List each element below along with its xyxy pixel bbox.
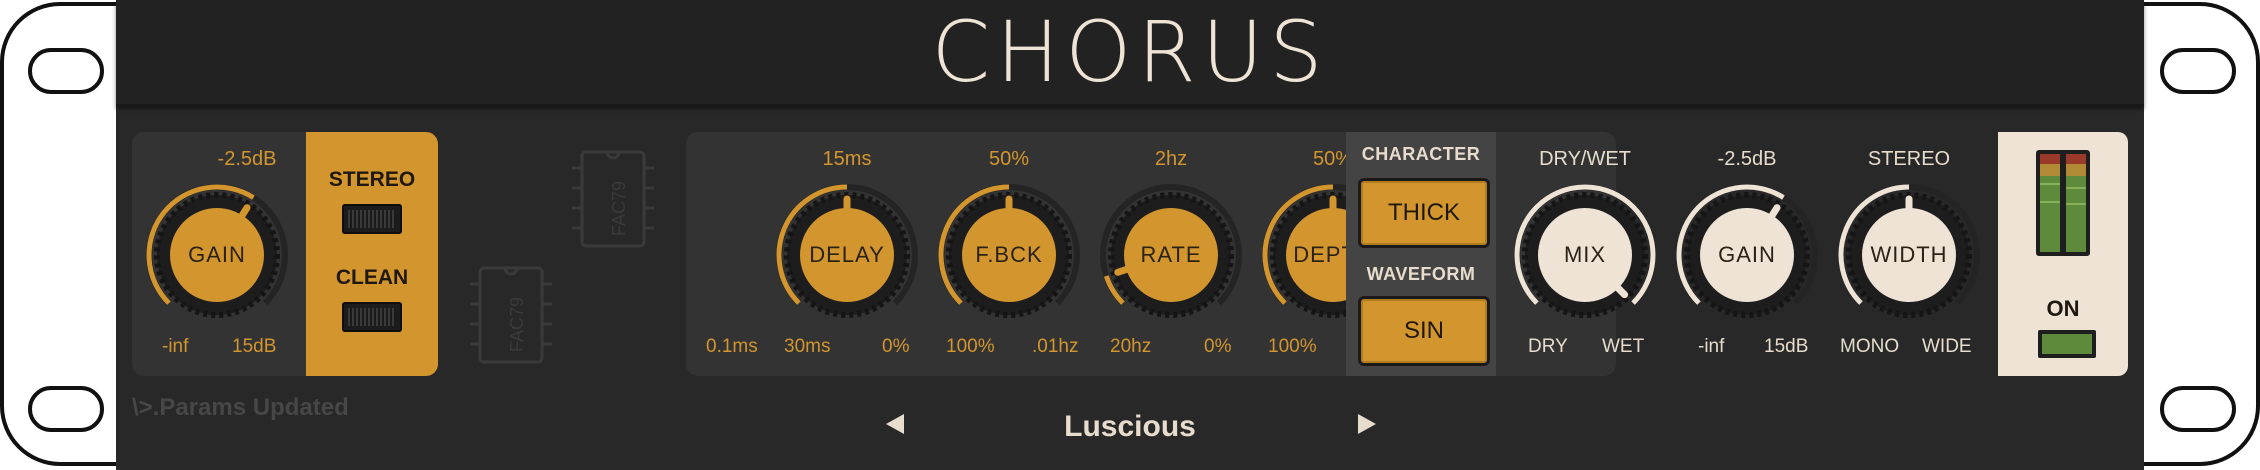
waveform-heading: WAVEFORM bbox=[1366, 264, 1476, 284]
feedback-value: 50% bbox=[988, 148, 1030, 170]
rate-knob[interactable]: RATE bbox=[1096, 180, 1246, 330]
level-meter-left bbox=[2040, 154, 2060, 252]
character-thick-button[interactable]: THICK bbox=[1358, 178, 1490, 248]
plugin-title: CHORUS bbox=[931, 3, 1329, 101]
rack-screw-slot bbox=[2160, 386, 2236, 432]
output-gain-label: GAIN bbox=[1718, 242, 1776, 267]
character-heading: CHARACTER bbox=[1361, 144, 1481, 164]
input-gain-label: GAIN bbox=[188, 242, 246, 267]
delay-max: 30ms bbox=[784, 336, 831, 357]
rack-ear-right bbox=[2144, 2, 2260, 466]
rate-min: .01hz bbox=[1032, 336, 1079, 357]
feedback-label: F.BCK bbox=[975, 242, 1043, 267]
delay-label: DELAY bbox=[809, 242, 885, 267]
fac79-chip-2: FAC79 bbox=[468, 262, 554, 373]
rack-screw-slot bbox=[28, 48, 104, 94]
rate-label: RATE bbox=[1140, 242, 1202, 267]
waveform-sin-button[interactable]: SIN bbox=[1358, 296, 1490, 366]
mix-value: DRY/WET bbox=[1539, 148, 1631, 170]
input-gain-value: -2.5dB bbox=[217, 148, 277, 170]
width-max: WIDE bbox=[1922, 336, 1972, 357]
header-bar: CHORUS bbox=[116, 0, 2144, 106]
output-gain-value: -2.5dB bbox=[1717, 148, 1777, 170]
chip-text: FAC79 bbox=[507, 297, 527, 352]
next-preset-icon[interactable] bbox=[1358, 414, 1376, 434]
output-gain-max: 15dB bbox=[1764, 336, 1809, 357]
stereo-switch[interactable] bbox=[342, 204, 402, 234]
width-value: STEREO bbox=[1867, 148, 1951, 170]
width-min: MONO bbox=[1840, 336, 1900, 357]
input-toggles-panel: STEREO CLEAN bbox=[306, 132, 438, 376]
rack-screw-slot bbox=[2160, 48, 2236, 94]
mix-label: MIX bbox=[1563, 242, 1607, 267]
clean-switch[interactable] bbox=[342, 302, 402, 332]
rack-ear-left bbox=[0, 2, 116, 466]
delay-min: 0.1ms bbox=[706, 336, 758, 357]
plugin-rack: CHORUS STEREO CLEAN -2.5dB GAIN -inf 15d… bbox=[0, 0, 2260, 470]
fac79-chip-1: FAC79 bbox=[570, 146, 656, 257]
width-label: WIDTH bbox=[1870, 242, 1948, 267]
feedback-knob[interactable]: F.BCK bbox=[934, 180, 1084, 330]
feedback-max: 100% bbox=[946, 336, 995, 357]
character-column: CHARACTER THICK WAVEFORM SIN bbox=[1346, 132, 1496, 376]
depth-min: 0% bbox=[1204, 336, 1232, 357]
feedback-min: 0% bbox=[882, 336, 910, 357]
mix-min: DRY bbox=[1528, 336, 1568, 357]
stereo-label: STEREO bbox=[328, 168, 416, 191]
input-gain-min: -inf bbox=[162, 336, 189, 357]
width-knob[interactable]: WIDTH bbox=[1834, 180, 1984, 330]
power-switch[interactable] bbox=[2038, 330, 2096, 358]
preset-name[interactable]: Luscious bbox=[116, 410, 2144, 444]
depth-max: 100% bbox=[1268, 336, 1317, 357]
clean-label: CLEAN bbox=[335, 266, 409, 289]
output-gain-min: -inf bbox=[1698, 336, 1725, 357]
level-meter-right bbox=[2066, 154, 2086, 252]
output-gain-knob[interactable]: GAIN bbox=[1672, 180, 1822, 330]
rate-value: 2hz bbox=[1154, 148, 1188, 170]
plugin-panel: CHORUS STEREO CLEAN -2.5dB GAIN -inf 15d… bbox=[116, 0, 2144, 470]
meter-power-panel: ON bbox=[1998, 132, 2128, 376]
rack-screw-slot bbox=[28, 386, 104, 432]
input-gain-max: 15dB bbox=[232, 336, 277, 357]
power-label: ON bbox=[2046, 296, 2080, 321]
delay-knob[interactable]: DELAY bbox=[772, 180, 922, 330]
delay-value: 15ms bbox=[822, 148, 872, 170]
input-gain-knob[interactable]: GAIN bbox=[142, 180, 292, 330]
chip-text: FAC79 bbox=[609, 181, 629, 236]
mix-knob[interactable]: MIX bbox=[1510, 180, 1660, 330]
rate-max: 20hz bbox=[1110, 336, 1152, 357]
mix-max: WET bbox=[1602, 336, 1645, 357]
